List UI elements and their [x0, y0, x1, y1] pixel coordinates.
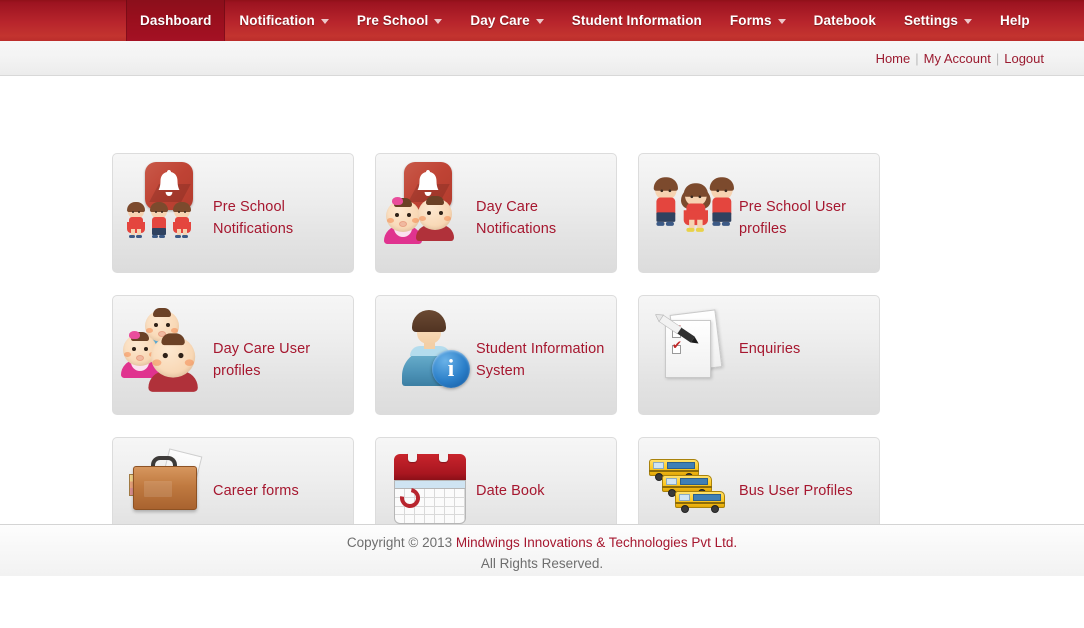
nav-item-datebook[interactable]: Datebook: [800, 0, 890, 41]
home-link[interactable]: Home: [876, 51, 911, 66]
briefcase-icon: [123, 448, 209, 532]
chevron-down-icon: [535, 19, 544, 24]
bell-glyph-icon: [158, 170, 180, 196]
nav-item-label: Datebook: [813, 13, 876, 28]
person-info-icon: i: [386, 308, 472, 390]
nav-item-help[interactable]: Help: [986, 0, 1044, 41]
chevron-down-icon: [320, 19, 329, 24]
child-figure: [651, 177, 681, 226]
three-children-icon: [649, 166, 735, 248]
nav-item-dashboard[interactable]: Dashboard: [126, 0, 226, 41]
tile-day-care-user-profiles[interactable]: Day Care User profiles: [112, 295, 354, 415]
nav-item-pre-school[interactable]: Pre School: [343, 0, 457, 41]
nav-item-notification[interactable]: Notification: [225, 0, 342, 41]
calendar-icon: [386, 450, 472, 532]
chevron-down-icon: [434, 19, 443, 24]
checkbox-checked-icon: [672, 339, 682, 354]
nav-item-label: Day Care: [470, 13, 530, 28]
child-figure: [148, 202, 170, 238]
my-account-link[interactable]: My Account: [924, 51, 991, 66]
bell-with-children-icon: [123, 162, 209, 248]
copyright-text: Copyright © 2013: [346, 535, 456, 550]
child-figure: [125, 202, 147, 238]
nav-item-forms[interactable]: Forms: [716, 0, 800, 41]
account-links-bar: Home | My Account | Logout: [0, 41, 1084, 76]
bell-with-babies-icon: [384, 162, 472, 248]
nav-item-label: Forms: [729, 13, 772, 28]
info-badge-icon: i: [432, 350, 470, 388]
three-babies-icon: [121, 308, 209, 392]
tile-pre-school-user-profiles[interactable]: Pre School User profiles: [638, 153, 880, 273]
dashboard-content: Pre School Notifications Day Care Notifi…: [0, 76, 1084, 576]
nav-item-label: Pre School: [356, 13, 429, 28]
tile-student-information-system[interactable]: i Student Information System: [375, 295, 617, 415]
dashboard-tile-grid: Pre School Notifications Day Care Notifi…: [112, 153, 882, 557]
child-figure: [681, 183, 711, 232]
tile-pre-school-notifications[interactable]: Pre School Notifications: [112, 153, 354, 273]
nav-item-label: Student Information: [571, 13, 702, 28]
rights-reserved-text: All Rights Reserved.: [480, 555, 604, 571]
tile-enquiries[interactable]: Enquiries: [638, 295, 880, 415]
checklist-pen-icon: [649, 308, 735, 390]
tile-day-care-notifications[interactable]: Day Care Notifications: [375, 153, 617, 273]
school-bus: [675, 488, 725, 514]
link-separator: |: [915, 50, 919, 66]
school-buses-icon: [649, 450, 735, 532]
link-separator: |: [995, 50, 1000, 66]
chevron-down-icon: [777, 19, 786, 24]
nav-item-settings[interactable]: Settings: [890, 0, 986, 41]
nav-item-label: Help: [1000, 13, 1030, 28]
logout-link[interactable]: Logout: [1004, 51, 1044, 66]
main-navigation-bar: Dashboard Notification Pre School Day Ca…: [0, 0, 1084, 41]
nav-item-label: Settings: [903, 13, 959, 28]
bell-glyph-icon: [417, 170, 439, 196]
chevron-down-icon: [964, 19, 973, 24]
company-name: Mindwings Innovations & Technologies Pvt…: [455, 535, 738, 550]
nav-item-student-information[interactable]: Student Information: [558, 0, 716, 41]
page-footer: Copyright © 2013 Mindwings Innovations &…: [0, 524, 1084, 576]
child-figure: [171, 202, 193, 238]
nav-item-label: Dashboard: [140, 13, 212, 28]
nav-item-day-care[interactable]: Day Care: [456, 0, 557, 41]
nav-item-label: Notification: [239, 13, 315, 28]
child-figure: [707, 177, 737, 226]
